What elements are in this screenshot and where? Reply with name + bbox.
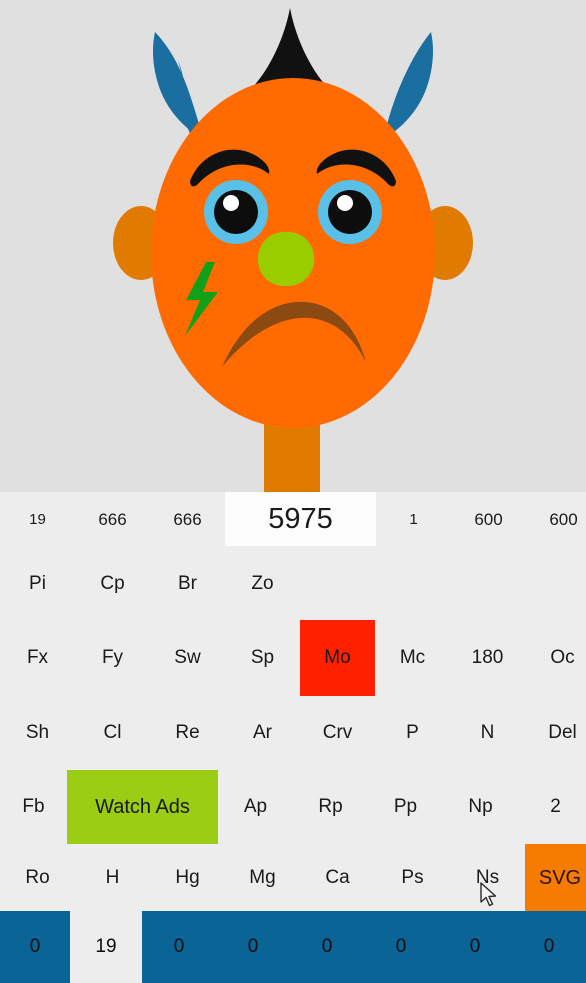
empty-cell-2 bbox=[375, 546, 450, 620]
left-eye-pupil bbox=[214, 190, 258, 234]
button-ps[interactable]: Ps bbox=[375, 844, 450, 911]
button-2[interactable]: 2 bbox=[518, 769, 586, 844]
button-crv[interactable]: Crv bbox=[300, 695, 375, 769]
avatar-canvas[interactable] bbox=[0, 0, 586, 492]
value-cell-2[interactable]: 666 bbox=[75, 492, 150, 546]
button-cp[interactable]: Cp bbox=[75, 546, 150, 620]
button-hg[interactable]: Hg bbox=[150, 844, 225, 911]
row-fx: Fx Fy Sw Sp Mo Mc 180 Oc bbox=[0, 619, 586, 696]
right-eye-highlight bbox=[337, 195, 353, 211]
nose-shape bbox=[258, 232, 314, 286]
status-cell-1[interactable]: 0 bbox=[0, 911, 70, 983]
empty-cell-1 bbox=[300, 546, 375, 620]
status-cell-3[interactable]: 0 bbox=[142, 911, 216, 983]
button-np[interactable]: Np bbox=[443, 769, 518, 844]
button-ap[interactable]: Ap bbox=[218, 769, 293, 844]
right-eye-pupil bbox=[328, 190, 372, 234]
button-ca[interactable]: Ca bbox=[300, 844, 375, 911]
button-zo[interactable]: Zo bbox=[225, 546, 300, 620]
value-cell-5[interactable]: 1 bbox=[376, 492, 451, 546]
row-pi: Pi Cp Br Zo bbox=[0, 546, 586, 620]
button-sp[interactable]: Sp bbox=[225, 620, 300, 695]
button-n[interactable]: N bbox=[450, 695, 525, 769]
button-br[interactable]: Br bbox=[150, 546, 225, 620]
button-sh[interactable]: Sh bbox=[0, 695, 75, 769]
button-del[interactable]: Del bbox=[525, 695, 586, 769]
button-rp[interactable]: Rp bbox=[293, 769, 368, 844]
status-bar: 0 19 0 0 0 0 0 0 bbox=[0, 911, 586, 983]
button-mc[interactable]: Mc bbox=[375, 620, 450, 695]
button-pp[interactable]: Pp bbox=[368, 769, 443, 844]
button-oc[interactable]: Oc bbox=[525, 620, 586, 695]
button-p[interactable]: P bbox=[375, 695, 450, 769]
value-cell-1[interactable]: 19 bbox=[0, 492, 75, 546]
button-ro[interactable]: Ro bbox=[0, 844, 75, 911]
button-re[interactable]: Re bbox=[150, 695, 225, 769]
button-sw[interactable]: Sw bbox=[150, 620, 225, 695]
button-pi[interactable]: Pi bbox=[0, 546, 75, 620]
values-row: 19 666 666 5975 1 600 600 bbox=[0, 492, 586, 546]
row-ro: Ro H Hg Mg Ca Ps Ns SVG bbox=[0, 844, 586, 911]
status-cell-7[interactable]: 0 bbox=[438, 911, 512, 983]
button-fb[interactable]: Fb bbox=[0, 769, 67, 844]
status-cell-4[interactable]: 0 bbox=[216, 911, 290, 983]
row-sh: Sh Cl Re Ar Crv P N Del bbox=[0, 695, 586, 769]
value-cell-selected[interactable]: 5975 bbox=[225, 492, 376, 546]
button-fy[interactable]: Fy bbox=[75, 620, 150, 695]
button-ar[interactable]: Ar bbox=[225, 695, 300, 769]
app-root: 19 666 666 5975 1 600 600 Pi Cp Br Zo Fx… bbox=[0, 0, 586, 983]
control-panel: 19 666 666 5975 1 600 600 Pi Cp Br Zo Fx… bbox=[0, 492, 586, 911]
status-cell-8[interactable]: 0 bbox=[512, 911, 586, 983]
button-mo[interactable]: Mo bbox=[300, 619, 375, 696]
row-fb: Fb Watch Ads Ap Rp Pp Np 2 bbox=[0, 769, 586, 844]
empty-cell-4 bbox=[525, 546, 586, 620]
left-eye-highlight bbox=[223, 195, 239, 211]
svg-export-button[interactable]: SVG bbox=[525, 844, 586, 911]
value-cell-3[interactable]: 666 bbox=[150, 492, 225, 546]
value-cell-6[interactable]: 600 bbox=[451, 492, 526, 546]
empty-cell-3 bbox=[450, 546, 525, 620]
button-180[interactable]: 180 bbox=[450, 620, 525, 695]
status-cell-6[interactable]: 0 bbox=[364, 911, 438, 983]
neck-shape bbox=[264, 420, 320, 492]
button-ns[interactable]: Ns bbox=[450, 844, 525, 911]
status-cell-5[interactable]: 0 bbox=[290, 911, 364, 983]
monster-avatar-graphic bbox=[0, 0, 586, 492]
button-mg[interactable]: Mg bbox=[225, 844, 300, 911]
status-cell-selected[interactable]: 19 bbox=[70, 911, 142, 983]
button-h[interactable]: H bbox=[75, 844, 150, 911]
value-cell-7[interactable]: 600 bbox=[526, 492, 586, 546]
button-fx[interactable]: Fx bbox=[0, 620, 75, 695]
button-cl[interactable]: Cl bbox=[75, 695, 150, 769]
watch-ads-button[interactable]: Watch Ads bbox=[67, 769, 218, 844]
